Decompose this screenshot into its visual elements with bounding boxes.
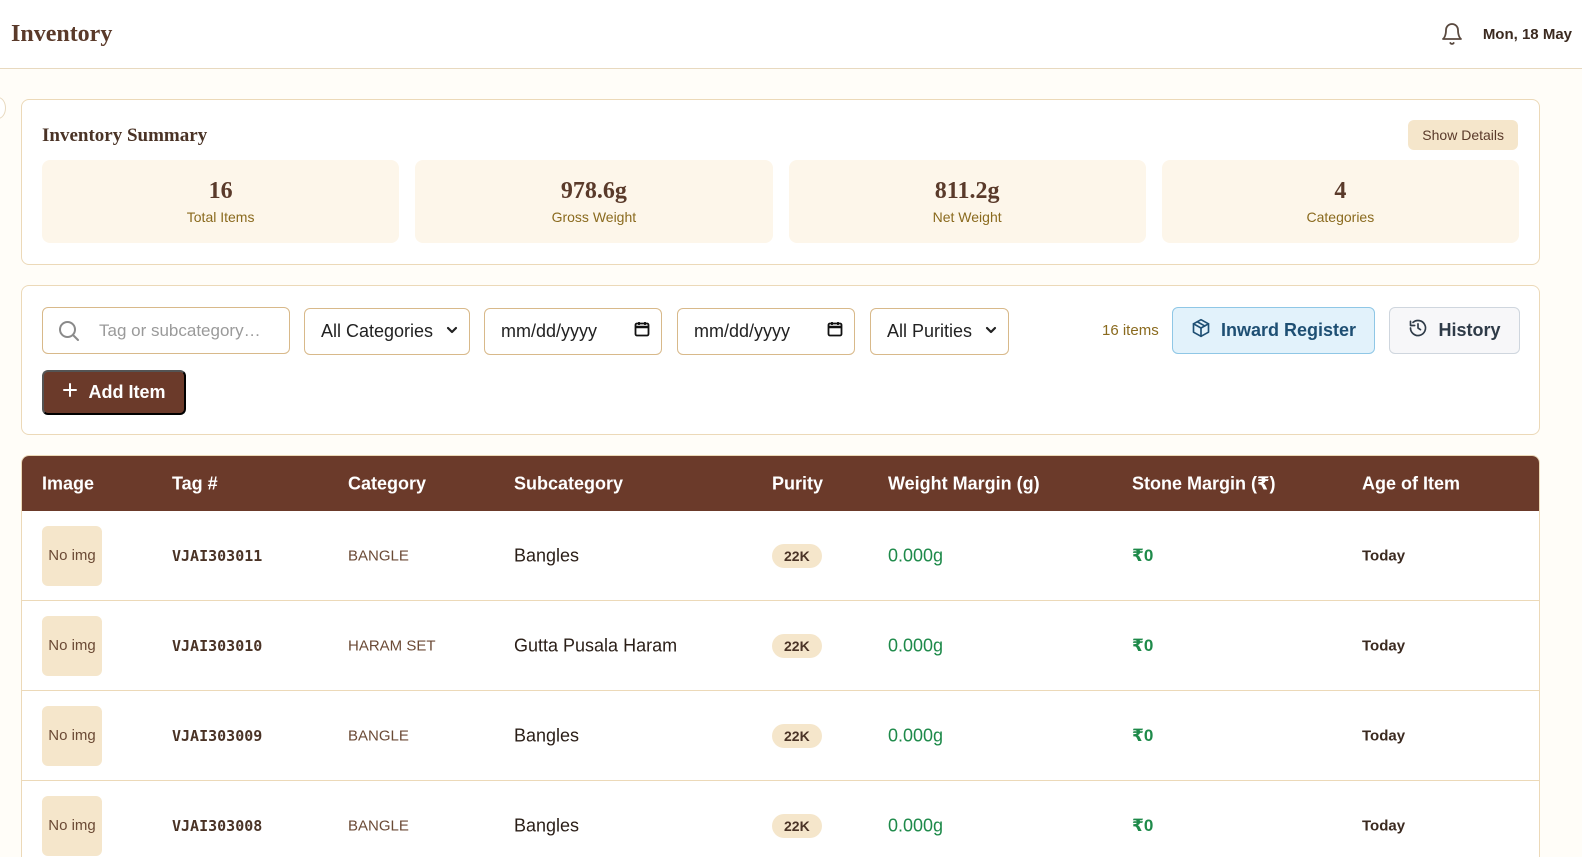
inventory-summary-card: Inventory Summary Show Details 16 Total … [21,99,1540,265]
column-header[interactable]: Age of Item [1362,473,1460,494]
category: BANGLE [348,727,409,744]
table-header: Image Tag # Category Subcategory Purity … [22,456,1539,511]
tag-number: VJAI303009 [172,726,263,745]
purity-badge: 22K [772,723,822,748]
column-header[interactable]: Subcategory [514,473,623,494]
search-input[interactable] [99,320,269,341]
calendar-icon[interactable] [633,320,651,343]
stone-margin: ₹0 [1132,545,1154,565]
show-details-button[interactable]: Show Details [1408,120,1518,150]
current-date: Mon, 18 May [1482,25,1572,43]
purity-select-value: All Purities [887,321,973,341]
column-header[interactable]: Weight Margin (g) [888,473,1040,494]
column-header[interactable]: Stone Margin (₹) [1132,473,1276,494]
add-item-label: Add Item [88,382,166,402]
summary-title: Inventory Summary [42,125,208,146]
items-count: 16 items [1102,322,1159,339]
subcategory: Bangles [514,815,580,835]
chevron-down-icon [984,321,998,342]
date-from-placeholder: mm/dd/yyyy [501,321,598,341]
search-box[interactable] [42,307,290,354]
tag-number: VJAI303008 [172,816,263,835]
item-image-placeholder: No img [42,615,102,676]
item-image-placeholder: No img [42,795,102,856]
inward-register-label: Inward Register [1220,320,1357,340]
weight-margin: 0.000g [888,815,944,835]
stat-label: Net Weight [932,209,1002,225]
table-row[interactable]: No img VJAI303010 HARAM SET Gutta Pusala… [22,601,1539,691]
category: HARAM SET [348,637,436,654]
notification-bell-icon[interactable] [1439,21,1465,47]
column-header[interactable]: Purity [772,473,823,494]
column-header[interactable]: Category [348,473,426,494]
history-label: History [1438,320,1501,340]
table-row[interactable]: No img VJAI303008 BANGLE Bangles 22K 0.0… [22,781,1539,857]
category: BANGLE [348,547,409,564]
stat-categories: 4 Categories [1161,160,1519,243]
sidebar-toggle-handle[interactable] [0,97,6,119]
item-age: Today [1362,547,1406,564]
item-image-placeholder: No img [42,705,102,766]
add-item-button[interactable]: Add Item [42,370,186,415]
stat-label: Total Items [186,209,255,225]
purity-badge: 22K [772,633,822,658]
item-age: Today [1362,817,1406,834]
category: BANGLE [348,817,409,834]
category-select[interactable]: All Categories [304,308,470,355]
subcategory: Bangles [514,545,580,565]
stat-value: 978.6g [560,178,627,204]
date-to-placeholder: mm/dd/yyyy [694,321,791,341]
category-select-value: All Categories [321,321,434,341]
stone-margin: ₹0 [1132,815,1154,835]
inward-register-button[interactable]: Inward Register [1172,307,1375,354]
history-icon [1408,318,1428,343]
history-button[interactable]: History [1389,307,1520,354]
column-header[interactable]: Tag # [172,473,218,494]
purity-select[interactable]: All Purities [870,308,1009,355]
weight-margin: 0.000g [888,545,944,565]
page-title: Inventory [11,20,113,47]
stat-value: 811.2g [934,178,1000,204]
subcategory: Gutta Pusala Haram [514,635,678,655]
inventory-table: Image Tag # Category Subcategory Purity … [21,455,1540,857]
weight-margin: 0.000g [888,635,944,655]
stat-value: 4 [1334,178,1347,204]
summary-stats: 16 Total Items 978.6g Gross Weight 811.2… [42,160,1519,243]
date-from-input[interactable]: mm/dd/yyyy [484,308,662,355]
stat-net-weight: 811.2g Net Weight [788,160,1146,243]
search-icon [57,319,81,343]
stone-margin: ₹0 [1132,725,1154,745]
stat-total-items: 16 Total Items [42,160,400,243]
filter-bar: All Categories mm/dd/yyyy mm/dd/yyyy All… [21,285,1540,435]
purity-badge: 22K [772,543,822,568]
package-icon [1191,318,1211,343]
item-age: Today [1362,637,1406,654]
table-row[interactable]: No img VJAI303011 BANGLE Bangles 22K 0.0… [22,511,1539,601]
purity-badge: 22K [772,813,822,838]
top-bar: Inventory Mon, 18 May [0,0,1582,69]
date-to-input[interactable]: mm/dd/yyyy [677,308,855,355]
column-header[interactable]: Image [42,473,94,494]
stat-label: Gross Weight [551,209,637,225]
stat-gross-weight: 978.6g Gross Weight [415,160,773,243]
subcategory: Bangles [514,725,580,745]
weight-margin: 0.000g [888,725,944,745]
chevron-down-icon [445,321,459,342]
stat-label: Categories [1306,209,1375,225]
item-age: Today [1362,727,1406,744]
item-image-placeholder: No img [42,525,102,586]
table-row[interactable]: No img VJAI303009 BANGLE Bangles 22K 0.0… [22,691,1539,781]
top-right-group: Mon, 18 May [1439,21,1572,47]
tag-number: VJAI303010 [172,636,263,655]
tag-number: VJAI303011 [172,546,263,565]
calendar-icon[interactable] [826,320,844,343]
plus-icon [62,382,78,403]
stat-value: 16 [208,178,233,204]
stone-margin: ₹0 [1132,635,1154,655]
